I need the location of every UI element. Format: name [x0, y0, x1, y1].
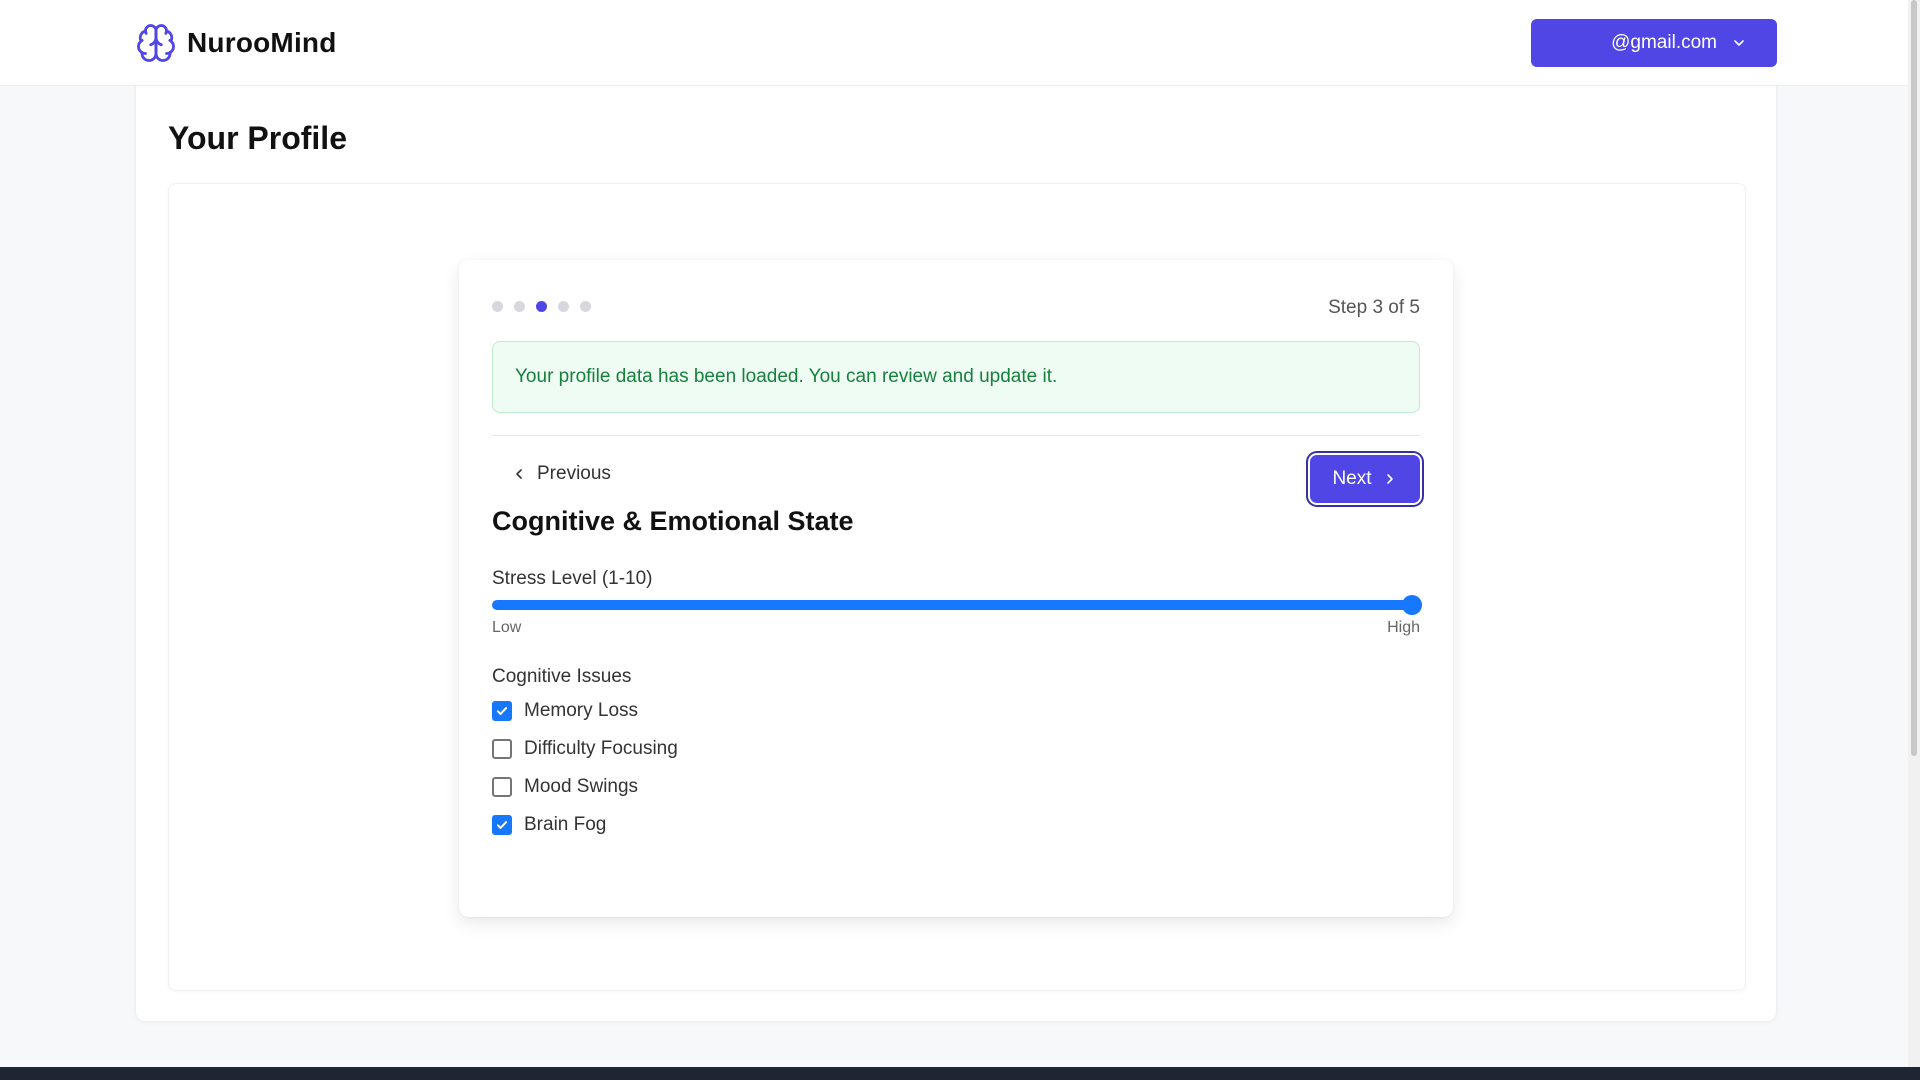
page-scrollbar-thumb[interactable]	[1911, 0, 1917, 756]
previous-label: Previous	[537, 463, 611, 484]
success-alert: Your profile data has been loaded. You c…	[492, 341, 1420, 413]
profile-panel: Step 3 of 5 Your profile data has been l…	[168, 183, 1746, 991]
checkbox[interactable]	[492, 777, 512, 797]
section-title: Cognitive & Emotional State	[492, 506, 854, 536]
slider-high-label: High	[1387, 619, 1420, 636]
checkbox-mood-swings[interactable]: Mood Swings	[492, 768, 678, 806]
checkbox[interactable]	[492, 701, 512, 721]
checkbox-label: Difficulty Focusing	[524, 738, 678, 759]
next-label: Next	[1332, 468, 1372, 489]
stress-level-slider-thumb[interactable]	[1402, 595, 1422, 615]
brain-icon	[137, 24, 175, 62]
chevron-down-icon	[1734, 40, 1744, 46]
profile-wizard: Step 3 of 5 Your profile data has been l…	[459, 260, 1453, 917]
brand[interactable]: NurooMind	[135, 22, 337, 64]
chevron-left-icon	[516, 469, 522, 479]
profile-card: Your Profile Step 3 of 5 Your profile da…	[135, 86, 1777, 1022]
checkbox[interactable]	[492, 739, 512, 759]
previous-button[interactable]: Previous	[511, 463, 611, 485]
next-button[interactable]: Next	[1310, 455, 1420, 503]
checkbox-brain-fog[interactable]: Brain Fog	[492, 806, 678, 844]
checkbox-label: Memory Loss	[524, 700, 639, 721]
footer-bar	[0, 1067, 1920, 1080]
step-indicator	[492, 301, 591, 312]
checkbox[interactable]	[492, 815, 512, 835]
chevron-right-icon	[1386, 474, 1393, 484]
stress-level-slider[interactable]	[492, 600, 1412, 610]
top-navbar: NurooMind @gmail.com	[0, 0, 1920, 86]
cognitive-issues-label: Cognitive Issues	[492, 666, 632, 687]
account-email: @gmail.com	[1611, 32, 1717, 53]
checkbox-difficulty-focusing[interactable]: Difficulty Focusing	[492, 730, 678, 768]
step-dot-2	[514, 301, 525, 312]
step-dot-4	[558, 301, 569, 312]
slider-low-label: Low	[492, 619, 522, 636]
step-dot-5	[580, 301, 591, 312]
check-icon	[496, 707, 508, 715]
step-dot-3	[536, 301, 547, 312]
step-counter: Step 3 of 5	[1328, 297, 1420, 318]
checkbox-memory-loss[interactable]: Memory Loss	[492, 692, 678, 730]
alert-message: Your profile data has been loaded. You c…	[515, 366, 1058, 387]
brand-name: NurooMind	[187, 27, 337, 58]
stress-level-label: Stress Level (1-10)	[492, 568, 653, 589]
page-title: Your Profile	[168, 120, 347, 156]
step-dot-1	[492, 301, 503, 312]
cognitive-issues-list: Memory Loss Difficulty Focusing Mood Swi…	[492, 692, 678, 844]
checkbox-label: Mood Swings	[524, 776, 639, 797]
divider	[492, 435, 1420, 436]
check-icon	[496, 821, 508, 829]
account-menu-button[interactable]: @gmail.com	[1531, 19, 1777, 67]
checkbox-label: Brain Fog	[524, 814, 607, 835]
